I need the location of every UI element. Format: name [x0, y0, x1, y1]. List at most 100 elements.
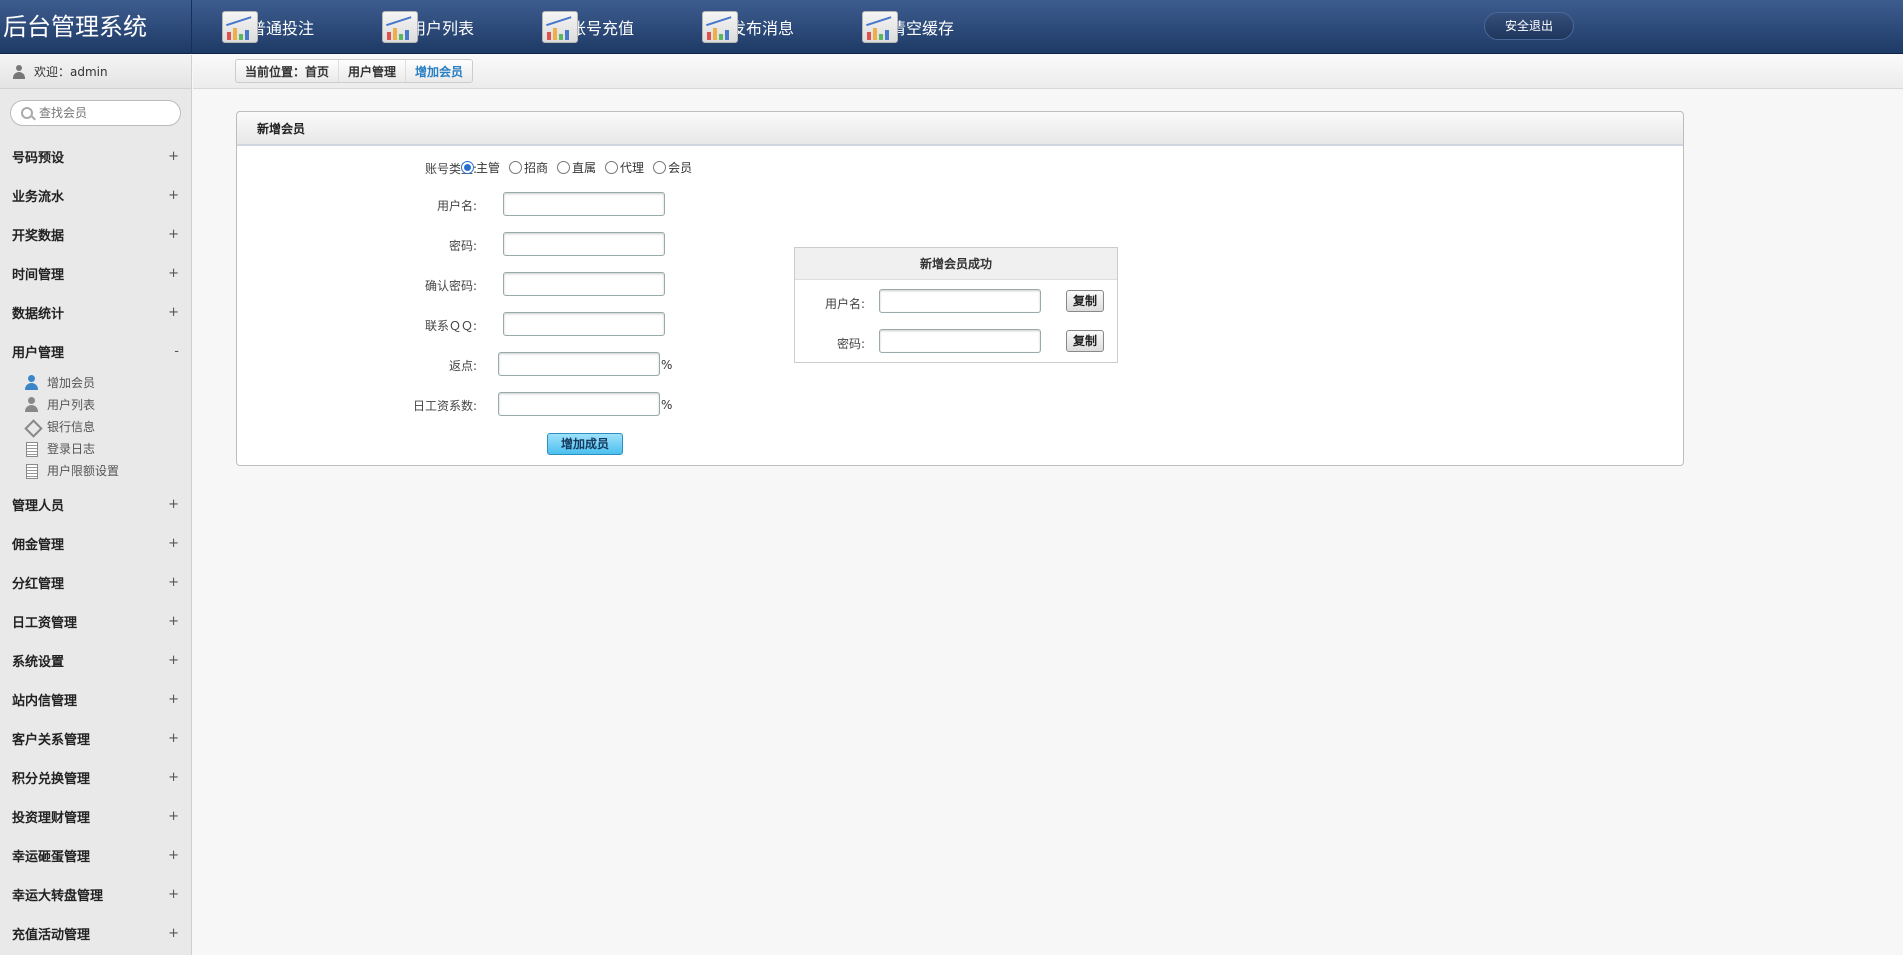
sidebar: 欢迎：admin 号码预设 + 业务流水 + 开奖数据 + 时间管理 + 数据统计 + 用… [0, 55, 192, 955]
submenu-login-log[interactable]: 登录日志 [24, 437, 191, 459]
topnav-user-list[interactable]: 用户列表 [382, 0, 542, 54]
password-input[interactable] [503, 232, 665, 256]
submenu-user-list[interactable]: 用户列表 [24, 393, 191, 415]
password-label: 密码: [448, 239, 477, 253]
document-icon [24, 441, 39, 457]
sidebar-item-draw-data[interactable]: 开奖数据 + [0, 215, 191, 254]
radio-agent[interactable]: 代理 [605, 159, 644, 176]
daily-wage-label: 日工资系数: [412, 399, 477, 413]
top-nav: 普通投注 用户列表 账号充值 发布消息 清空缓存 [222, 0, 1022, 54]
topnav-publish-message[interactable]: 发布消息 [702, 0, 862, 54]
success-password-field[interactable] [879, 329, 1041, 353]
sidebar-item-lucky-wheel[interactable]: 幸运大转盘管理 + [0, 875, 191, 914]
logout-button[interactable]: 安全退出 [1484, 12, 1574, 40]
sidebar-item-user-management[interactable]: 用户管理 - [0, 332, 191, 371]
breadcrumb-home[interactable]: 首页 [305, 63, 329, 80]
sidebar-item-points-exchange[interactable]: 积分兑换管理 + [0, 758, 191, 797]
breadcrumb-bar: 当前位置： 首页 用户管理 增加会员 [193, 55, 1903, 89]
topnav-label: 普通投注 [250, 19, 315, 38]
sidebar-item-number-preset[interactable]: 号码预设 + [0, 137, 191, 176]
sidebar-item-admins[interactable]: 管理人员 + [0, 485, 191, 524]
submenu-add-member[interactable]: 增加会员 [24, 371, 191, 393]
breadcrumb: 当前位置： 首页 用户管理 增加会员 [235, 59, 474, 83]
expand-icon: + [168, 809, 179, 824]
sidebar-item-business-flow[interactable]: 业务流水 + [0, 176, 191, 215]
rebate-label: 返点: [448, 359, 477, 373]
submenu-label: 登录日志 [47, 441, 96, 456]
qq-input[interactable] [503, 312, 665, 336]
copy-password-button[interactable]: 复制 [1066, 330, 1104, 352]
welcome-text: 欢迎：admin [34, 64, 108, 79]
chart-icon [382, 11, 418, 43]
radio-icon [605, 161, 619, 174]
radio-member[interactable]: 会员 [653, 159, 692, 176]
username-input[interactable] [503, 192, 665, 216]
menu-label: 时间管理 [12, 268, 65, 283]
account-type-radios: 主管 招商 直属 代理 会员 [461, 159, 701, 176]
username-label: 用户名: [436, 199, 477, 213]
menu-label: 数据统计 [12, 307, 65, 322]
breadcrumb-section[interactable]: 用户管理 [338, 60, 405, 82]
sidebar-item-daily-wage[interactable]: 日工资管理 + [0, 602, 191, 641]
submenu-label: 用户列表 [47, 397, 96, 412]
radio-supervisor[interactable]: 主管 [461, 159, 500, 176]
chart-icon [222, 11, 258, 43]
success-username-label: 用户名: [824, 297, 865, 311]
member-search-input[interactable] [39, 106, 169, 120]
menu-label: 管理人员 [12, 499, 65, 514]
topnav-recharge[interactable]: 账号充值 [542, 0, 702, 54]
success-password-label: 密码: [836, 337, 865, 351]
menu-label: 业务流水 [12, 190, 65, 205]
success-username-field[interactable] [879, 289, 1041, 313]
sidebar-item-dividend[interactable]: 分红管理 + [0, 563, 191, 602]
menu-label: 分红管理 [12, 577, 65, 592]
submenu-bank-info[interactable]: 银行信息 [24, 415, 191, 437]
sidebar-item-time-management[interactable]: 时间管理 + [0, 254, 191, 293]
sidebar-item-commission[interactable]: 佣金管理 + [0, 524, 191, 563]
expand-icon: + [168, 653, 179, 668]
radio-label: 直属 [572, 161, 597, 175]
expand-icon: + [168, 770, 179, 785]
radio-icon [509, 161, 523, 174]
topnav-normal-bet[interactable]: 普通投注 [222, 0, 382, 54]
sidebar-item-system-settings[interactable]: 系统设置 + [0, 641, 191, 680]
submenu-user-limit[interactable]: 用户限额设置 [24, 459, 191, 481]
confirm-password-label: 确认密码: [424, 279, 477, 293]
copy-username-button[interactable]: 复制 [1066, 290, 1104, 312]
daily-wage-input[interactable] [498, 392, 660, 416]
account-type-label: 账号类型: [424, 162, 477, 176]
sidebar-item-lucky-egg[interactable]: 幸运砸蛋管理 + [0, 836, 191, 875]
confirm-password-input[interactable] [503, 272, 665, 296]
menu-label: 幸运砸蛋管理 [12, 850, 91, 865]
radio-label: 招商 [524, 161, 549, 175]
menu-label: 站内信管理 [12, 694, 78, 709]
sidebar-item-investment[interactable]: 投资理财管理 + [0, 797, 191, 836]
menu-label: 开奖数据 [12, 229, 65, 244]
add-member-button[interactable]: 增加成员 [547, 433, 623, 455]
radio-recruiter[interactable]: 招商 [509, 159, 548, 176]
radio-label: 会员 [668, 161, 693, 175]
user-management-submenu: 增加会员 用户列表 银行信息 登录日志 用户限额设置 [0, 371, 191, 485]
expand-icon: + [168, 614, 179, 629]
daily-wage-unit: % [661, 398, 673, 412]
expand-icon: + [168, 227, 179, 242]
menu-label: 充值活动管理 [12, 928, 91, 943]
diamond-icon [24, 419, 39, 434]
app-title: 后台管理系统 [0, 0, 192, 54]
sidebar-item-statistics[interactable]: 数据统计 + [0, 293, 191, 332]
radio-icon [557, 161, 571, 174]
radio-icon [653, 161, 667, 174]
topnav-label: 清空缓存 [890, 19, 955, 38]
expand-icon: + [168, 149, 179, 164]
sidebar-menu: 号码预设 + 业务流水 + 开奖数据 + 时间管理 + 数据统计 + 用户管理 - 增加会员… [0, 137, 191, 953]
expand-icon: + [168, 575, 179, 590]
member-search[interactable] [10, 100, 181, 126]
radio-direct[interactable]: 直属 [557, 159, 596, 176]
topnav-clear-cache[interactable]: 清空缓存 [862, 0, 1022, 54]
submenu-label: 银行信息 [47, 419, 96, 434]
top-header: 后台管理系统 普通投注 用户列表 账号充值 发布消息 清空缓存 安全退出 [0, 0, 1903, 54]
sidebar-item-crm[interactable]: 客户关系管理 + [0, 719, 191, 758]
rebate-input[interactable] [498, 352, 660, 376]
sidebar-item-recharge-activity[interactable]: 充值活动管理 + [0, 914, 191, 953]
sidebar-item-internal-mail[interactable]: 站内信管理 + [0, 680, 191, 719]
